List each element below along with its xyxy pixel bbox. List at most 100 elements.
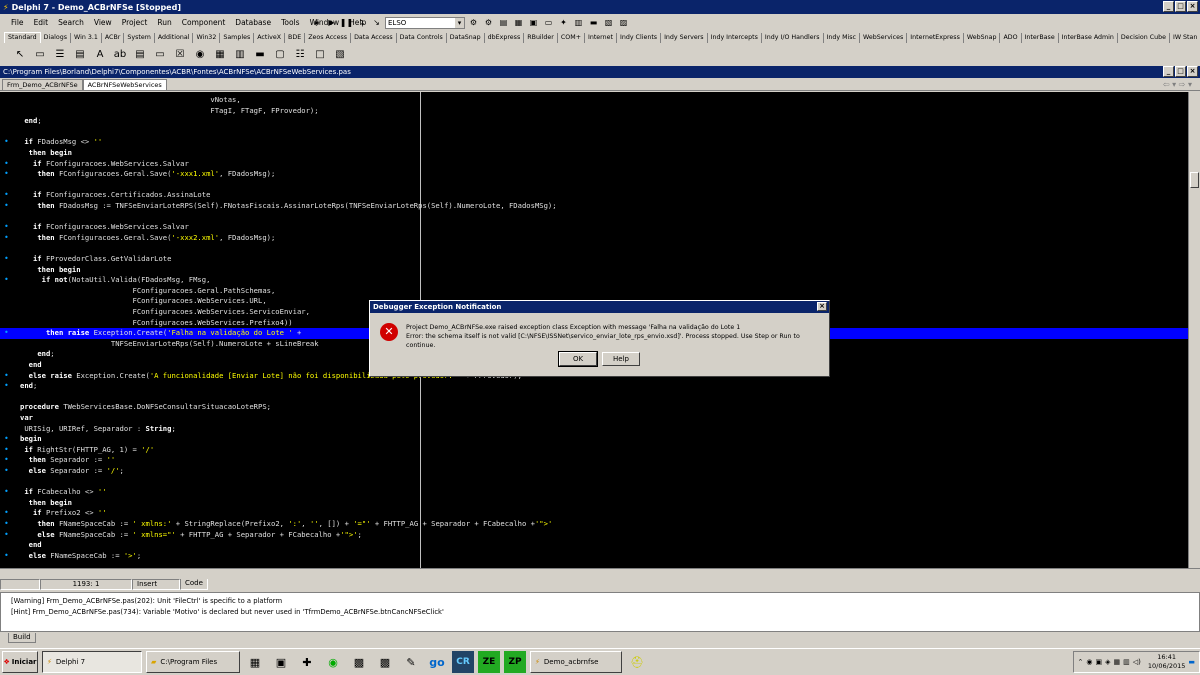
code-line[interactable] (0, 180, 1188, 191)
task-demo[interactable]: ⚡ Demo_acbrnfse (530, 651, 622, 673)
checkbox-icon[interactable]: ☒ (172, 46, 188, 62)
code-line[interactable]: • if FProvedorClass.GetValidarLote (0, 254, 1188, 265)
breakpoint-dot-icon[interactable]: • (4, 222, 9, 233)
navigation-arrows[interactable]: ⇦ ▾ ⇨ ▾ (1163, 80, 1192, 89)
volume-icon[interactable]: ◁) (1133, 658, 1141, 666)
button-icon[interactable]: ▭ (152, 46, 168, 62)
palette-tab-data-controls[interactable]: Data Controls (397, 33, 447, 43)
breakpoint-dot-icon[interactable]: • (4, 201, 9, 212)
scrollbar-icon[interactable]: ▬ (252, 46, 268, 62)
quicklaunch-icon-6[interactable]: ▩ (374, 651, 396, 673)
palette-tab-rbuilder[interactable]: RBuilder (524, 33, 558, 43)
code-line[interactable]: • if FConfiguracoes.WebServices.Salvar (0, 222, 1188, 233)
code-line[interactable]: • end; (0, 381, 1188, 392)
palette-tab-acbr[interactable]: ACBr (102, 33, 125, 43)
code-line[interactable]: • else FNameSpaceCab := '>'; (0, 551, 1188, 562)
menu-search[interactable]: Search (53, 18, 89, 27)
view-icon[interactable]: ▣ (527, 16, 540, 29)
breakpoint-dot-icon[interactable]: • (4, 519, 9, 530)
code-line[interactable]: FTagI, FTagF, FProvedor); (0, 106, 1188, 117)
dialog-close-button[interactable]: × (817, 302, 827, 311)
breakpoint-dot-icon[interactable]: • (4, 445, 9, 456)
tray-icon-2[interactable]: ▣ (1096, 658, 1103, 666)
editor-vertical-scrollbar[interactable] (1188, 92, 1200, 568)
ze-icon[interactable]: ZE (478, 651, 500, 673)
help-icon[interactable]: ◈ (310, 16, 323, 29)
breakpoint-dot-icon[interactable]: • (4, 137, 9, 148)
palette-tab-webservices[interactable]: WebServices (860, 33, 908, 43)
tool-icon-2[interactable]: ⚙ (482, 16, 495, 29)
code-line[interactable]: then begin (0, 148, 1188, 159)
code-line[interactable]: • else Separador := '/'; (0, 466, 1188, 477)
palette-tab-iw-stan[interactable]: IW Stan (1170, 33, 1200, 43)
palette-tab-zeos-access[interactable]: Zeos Access (305, 33, 352, 43)
tray-icon-1[interactable]: ◉ (1086, 658, 1092, 666)
code-line[interactable]: • then FNameSpaceCab := ' xmlns:' + Stri… (0, 519, 1188, 530)
quicklaunch-icon-7[interactable]: ✎ (400, 651, 422, 673)
code-line[interactable]: URISig, URIRef, Separador : String; (0, 424, 1188, 435)
tab-webservices[interactable]: ACBrNFSeWebServices (82, 79, 167, 90)
show-desktop-icon[interactable]: ▬ (1188, 658, 1195, 666)
open-icon[interactable]: ▤ (497, 16, 510, 29)
radio-icon[interactable]: ◉ (192, 46, 208, 62)
edit-icon[interactable]: ab (112, 46, 128, 62)
palette-tab-win32[interactable]: Win32 (193, 33, 221, 43)
breakpoint-dot-icon[interactable]: • (4, 508, 9, 519)
groupbox-icon[interactable]: ▢ (272, 46, 288, 62)
menu-run[interactable]: Run (152, 18, 176, 27)
palette-tab-win-3-1[interactable]: Win 3.1 (71, 33, 102, 43)
quicklaunch-icon-2[interactable]: ▣ (270, 651, 292, 673)
palette-tab-interbase[interactable]: InterBase (1022, 33, 1059, 43)
messages-pane[interactable]: [Warning] Frm_Demo_ACBrNFSe.pas(202): Un… (0, 592, 1200, 632)
tray-expand-icon[interactable]: ⌃ (1078, 658, 1084, 666)
breakpoint-dot-icon[interactable]: • (4, 254, 9, 265)
menu-edit[interactable]: Edit (29, 18, 54, 27)
helmet-icon[interactable]: ⛑ (626, 651, 648, 673)
combobox-icon[interactable]: ▥ (232, 46, 248, 62)
breakpoint-dot-icon[interactable]: • (4, 381, 9, 392)
menu-database[interactable]: Database (230, 18, 276, 27)
code-line[interactable]: • if not(NotaUtil.Valida(FDadosMsg, FMsg… (0, 275, 1188, 286)
tab-frm-demo[interactable]: Frm_Demo_ACBrNFSe (2, 79, 83, 90)
label-icon[interactable]: A (92, 46, 108, 62)
panel-icon[interactable]: □ (312, 46, 328, 62)
code-line[interactable]: • then FConfiguracoes.Geral.Save('-xxx2.… (0, 233, 1188, 244)
palette-tab-interbase-admin[interactable]: InterBase Admin (1059, 33, 1118, 43)
code-line[interactable]: var (0, 413, 1188, 424)
palette-tab-com-[interactable]: COM+ (558, 33, 585, 43)
pointer-icon[interactable]: ↖ (12, 46, 28, 62)
listbox-icon[interactable]: ▦ (212, 46, 228, 62)
folder-icon[interactable]: ▥ (572, 16, 585, 29)
code-line[interactable]: then begin (0, 498, 1188, 509)
palette-tab-samples[interactable]: Samples (220, 33, 255, 43)
cr-icon[interactable]: CR (452, 651, 474, 673)
actionlist-icon[interactable]: ▧ (332, 46, 348, 62)
unit-icon[interactable]: ▨ (617, 16, 630, 29)
frame-icon[interactable]: ▭ (32, 46, 48, 62)
palette-tab-indy-servers[interactable]: Indy Servers (661, 33, 708, 43)
maximize-button[interactable]: □ (1175, 1, 1186, 12)
go-icon[interactable]: go (426, 651, 448, 673)
breakpoint-dot-icon[interactable]: • (4, 466, 9, 477)
tray-icon-4[interactable]: ▦ (1114, 658, 1121, 666)
message-hint[interactable]: [Hint] Frm_Demo_ACBrNFSe.pas(734): Varia… (11, 607, 1199, 618)
breakpoint-dot-icon[interactable]: • (4, 487, 9, 498)
code-line[interactable]: • if RightStr(FHTTP_AG, 1) = '/' (0, 445, 1188, 456)
step-icon[interactable]: ↴ (355, 16, 368, 29)
build-tab[interactable]: Build (8, 633, 36, 643)
code-line[interactable]: • then FDadosMsg := TNFSeEnviarLoteRPS(S… (0, 201, 1188, 212)
editor-maximize-button[interactable]: □ (1175, 66, 1186, 77)
editor-horizontal-scrollbar[interactable] (0, 568, 1200, 578)
editor-minimize-button[interactable]: _ (1163, 66, 1174, 77)
ok-button[interactable]: OK (558, 351, 598, 367)
code-line[interactable]: end; (0, 116, 1188, 127)
palette-tab-additional[interactable]: Additional (155, 33, 194, 43)
code-line[interactable]: vNotas, (0, 95, 1188, 106)
code-line[interactable]: • if FDadosMsg <> '' (0, 137, 1188, 148)
breakpoint-dot-icon[interactable]: • (4, 551, 9, 562)
code-line[interactable]: • if FCabecalho <> '' (0, 487, 1188, 498)
palette-tab-system[interactable]: System (124, 33, 155, 43)
message-warning[interactable]: [Warning] Frm_Demo_ACBrNFSe.pas(202): Un… (11, 596, 1199, 607)
code-line[interactable]: • else FNameSpaceCab := ' xmlns="' + FHT… (0, 530, 1188, 541)
quicklaunch-icon-5[interactable]: ▩ (348, 651, 370, 673)
